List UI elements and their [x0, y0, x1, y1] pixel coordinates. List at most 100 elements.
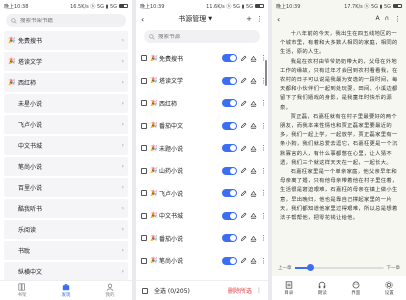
row-checkbox[interactable] — [141, 235, 147, 242]
list-item[interactable]: 纵横中文 › — [4, 262, 128, 281]
edit-icon[interactable] — [240, 212, 247, 219]
edit-icon[interactable] — [240, 167, 247, 174]
edit-icon[interactable] — [240, 235, 247, 242]
list-item[interactable]: 乐阅读 › — [4, 220, 128, 239]
list-item[interactable]: 笔尚小说 › — [4, 157, 128, 176]
source-row[interactable]: 🎉 塔读文学 ⋮ — [136, 70, 268, 93]
tab-bookshelf[interactable]: 书架 — [18, 283, 27, 298]
chevron-down-icon[interactable]: ▼ — [208, 16, 212, 22]
enable-toggle[interactable] — [222, 189, 237, 198]
tab-interface[interactable]: 界面 — [351, 281, 360, 296]
prev-chapter-button[interactable]: 上一章 — [278, 265, 292, 271]
more-vertical-icon[interactable]: ⋮ — [256, 15, 263, 23]
row-checkbox[interactable] — [141, 122, 147, 129]
edit-icon[interactable] — [240, 257, 247, 264]
more-vertical-icon[interactable]: ⋮ — [260, 212, 267, 220]
slider-handle[interactable] — [307, 264, 315, 271]
move-to-top-icon[interactable] — [250, 212, 257, 219]
source-row[interactable]: 🎉 未题小说 ⋮ — [136, 137, 268, 160]
list-item[interactable]: 🎉 西红柿 › — [4, 73, 128, 92]
more-vertical-icon[interactable]: ⋮ — [260, 257, 267, 265]
listen-icon[interactable]: ∩ — [385, 15, 389, 23]
list-item[interactable]: 🎉 塔读文学 › — [4, 52, 128, 71]
search-bar[interactable] — [144, 30, 260, 43]
enable-toggle[interactable] — [222, 54, 237, 63]
more-vertical-icon[interactable]: ⋮ — [260, 234, 267, 242]
edit-icon[interactable] — [240, 122, 247, 129]
list-item[interactable]: 🎉 免费搜书 › — [4, 31, 128, 50]
row-checkbox[interactable] — [141, 190, 147, 197]
list-item[interactable]: 百里小说 › — [4, 178, 128, 197]
delete-selected-button[interactable]: 删除所选 — [228, 286, 252, 295]
source-row[interactable]: 🎉 西红柿 ⋮ — [136, 92, 268, 115]
progress-slider[interactable] — [294, 264, 384, 271]
edit-icon[interactable] — [240, 55, 247, 62]
search-bar[interactable] — [6, 14, 126, 27]
search-input[interactable] — [20, 17, 110, 24]
more-vertical-icon[interactable]: ⋮ — [260, 144, 267, 152]
move-to-top-icon[interactable] — [250, 100, 257, 107]
more-vertical-icon[interactable]: ⋮ — [260, 54, 267, 62]
edit-icon[interactable] — [240, 77, 247, 84]
list-item[interactable]: 未星小说 › — [4, 94, 128, 113]
tab-discover[interactable]: 发现 — [62, 283, 71, 298]
more-vertical-icon[interactable]: ⋮ — [260, 77, 267, 85]
more-vertical-icon[interactable]: ⋮ — [260, 189, 267, 197]
select-all-checkbox[interactable] — [142, 287, 148, 294]
row-checkbox[interactable] — [141, 100, 147, 107]
tab-profile[interactable]: 我的 — [106, 283, 115, 298]
source-row[interactable]: 🎉 番茄小说 ⋮ — [136, 227, 268, 250]
row-checkbox[interactable] — [141, 257, 147, 264]
more-vertical-icon[interactable]: ⋮ — [394, 15, 401, 23]
more-vertical-icon[interactable]: ⋮ — [256, 287, 262, 294]
source-row[interactable]: 🎉 山药小说 ⋮ — [136, 160, 268, 183]
row-checkbox[interactable] — [141, 55, 147, 62]
search-input[interactable] — [158, 33, 248, 40]
row-checkbox[interactable] — [141, 212, 147, 219]
row-checkbox[interactable] — [141, 77, 147, 84]
more-vertical-icon[interactable]: ⋮ — [260, 122, 267, 130]
list-item[interactable]: 书耽 › — [4, 241, 128, 260]
move-to-top-icon[interactable] — [250, 167, 257, 174]
list-item[interactable]: 中文书城 › — [4, 136, 128, 155]
move-to-top-icon[interactable] — [250, 257, 257, 264]
enable-toggle[interactable] — [222, 234, 237, 243]
edit-icon[interactable] — [240, 145, 247, 152]
move-to-top-icon[interactable] — [250, 55, 257, 62]
enable-toggle[interactable] — [222, 99, 237, 108]
edit-icon[interactable] — [240, 100, 247, 107]
back-icon[interactable]: ‹ — [277, 15, 280, 24]
reader-header: ‹ A ∩ ⋮ — [272, 12, 406, 26]
back-icon[interactable]: ‹ — [141, 15, 144, 24]
source-row[interactable]: 🎉 笔尚小说 ⋮ — [136, 250, 268, 273]
move-to-top-icon[interactable] — [250, 235, 257, 242]
row-checkbox[interactable] — [141, 145, 147, 152]
scrollbar[interactable] — [265, 60, 267, 86]
move-to-top-icon[interactable] — [250, 190, 257, 197]
list-item[interactable]: 飞卢小说 › — [4, 115, 128, 134]
next-chapter-button[interactable]: 下一章 — [387, 265, 401, 271]
add-icon[interactable]: + — [246, 15, 252, 23]
enable-toggle[interactable] — [222, 144, 237, 153]
list-item[interactable]: 酷我听书 › — [4, 199, 128, 218]
more-vertical-icon[interactable]: ⋮ — [260, 99, 267, 107]
source-row[interactable]: 🎉 飞卢小说 ⋮ — [136, 182, 268, 205]
source-row[interactable]: 🎉 免费搜书 ⋮ — [136, 47, 268, 70]
enable-toggle[interactable] — [222, 211, 237, 220]
tab-read-aloud[interactable]: 朗读 — [318, 281, 327, 296]
text-size-icon[interactable]: A — [375, 15, 379, 23]
enable-toggle[interactable] — [222, 256, 237, 265]
source-row[interactable]: 🎉 中文书城 ⋮ — [136, 205, 268, 228]
tab-settings[interactable]: 设置 — [385, 280, 394, 296]
tab-contents[interactable]: 目录 — [284, 280, 293, 296]
source-row[interactable]: 🎉 番茄中文 ⋮ — [136, 115, 268, 138]
more-vertical-icon[interactable]: ⋮ — [260, 167, 267, 175]
enable-toggle[interactable] — [222, 166, 237, 175]
enable-toggle[interactable] — [222, 76, 237, 85]
move-to-top-icon[interactable] — [250, 145, 257, 152]
enable-toggle[interactable] — [222, 121, 237, 130]
move-to-top-icon[interactable] — [250, 122, 257, 129]
move-to-top-icon[interactable] — [250, 77, 257, 84]
edit-icon[interactable] — [240, 190, 247, 197]
row-checkbox[interactable] — [141, 167, 147, 174]
